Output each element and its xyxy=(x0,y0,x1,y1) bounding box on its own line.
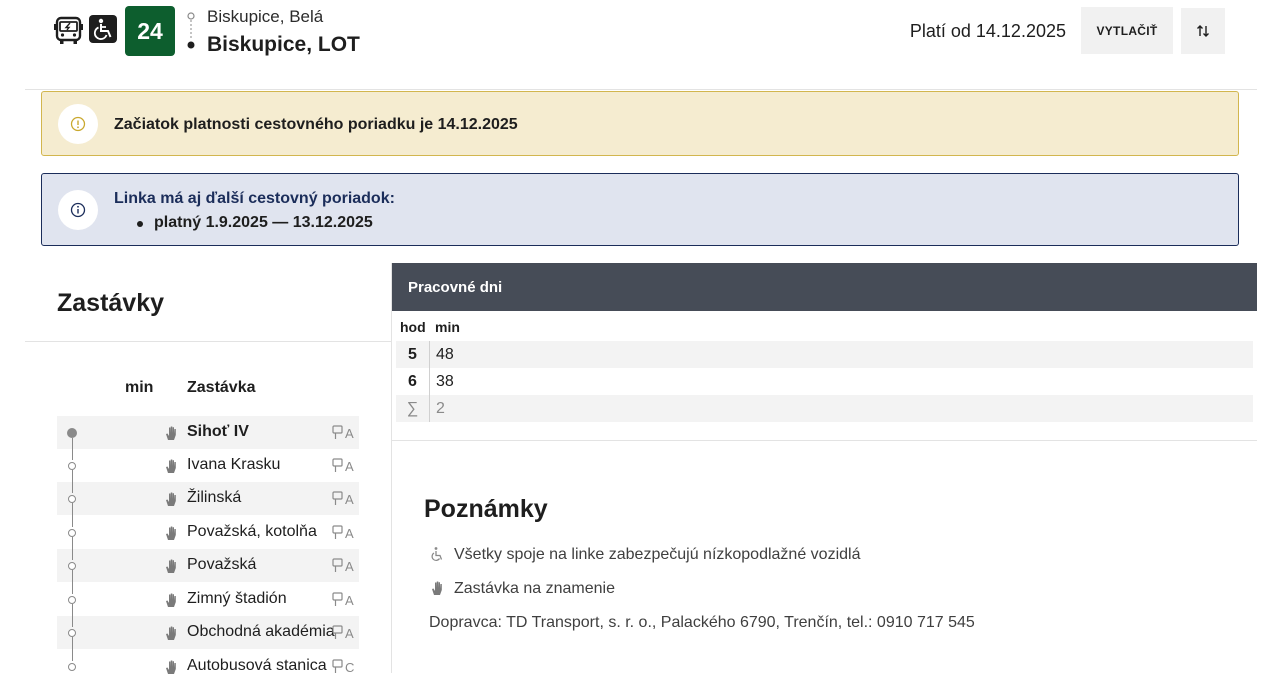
stop-name: Považská, kotolňa xyxy=(187,523,317,540)
platform-letter: A xyxy=(345,492,354,507)
stop-marker xyxy=(67,428,77,438)
platform-letter: A xyxy=(345,559,354,574)
timetable-hour: 5 xyxy=(396,341,430,368)
route-from-stop: Biskupice, Belá xyxy=(207,7,324,26)
other-timetable-info-alert: Linka má aj ďalší cestovný poriadok: pla… xyxy=(41,173,1239,246)
stop-row[interactable]: Považská, kotolňa A xyxy=(57,516,359,549)
wheelchair-icon xyxy=(431,547,443,561)
platform-sign-icon xyxy=(332,625,343,639)
platform-sign-icon xyxy=(332,558,343,572)
platform-letter: A xyxy=(345,626,354,641)
platform-sign-icon xyxy=(332,592,343,606)
platform-letter: A xyxy=(345,526,354,541)
stop-row[interactable]: Autobusová stanica C xyxy=(57,650,359,683)
platform-letter: A xyxy=(345,593,354,608)
timetable-row: 6 38 xyxy=(396,368,1253,395)
route-connector xyxy=(72,604,74,627)
stop-marker xyxy=(68,596,76,604)
stop-row[interactable]: Považská A xyxy=(57,549,359,582)
timetable-row: 5 48 xyxy=(396,341,1253,368)
bus-icon xyxy=(54,16,83,44)
swap-direction-button[interactable] xyxy=(1181,8,1225,54)
stop-name: Žilinská xyxy=(187,489,242,506)
wheelchair-icon xyxy=(89,15,117,43)
header: 24 Biskupice, Belá Biskupice, LOT Platí … xyxy=(0,0,1267,90)
stop-row[interactable]: Ivana Krasku A xyxy=(57,449,359,482)
request-stop-hand-icon xyxy=(166,459,176,473)
note-low-floor-text: Všetky spoje na linke zabezpečujú nízkop… xyxy=(454,546,861,563)
stops-title: Zastávky xyxy=(57,289,165,317)
notes-title: Poznámky xyxy=(424,495,548,523)
stop-marker xyxy=(68,529,76,537)
note-request-stop-text: Zastávka na znamenie xyxy=(454,580,615,597)
warning-text: Začiatok platnosti cestovného poriadku j… xyxy=(114,116,518,133)
note-low-floor: Všetky spoje na linke zabezpečujú nízkop… xyxy=(429,546,860,564)
request-stop-hand-icon xyxy=(166,626,176,640)
header-divider xyxy=(25,89,1257,90)
stop-name: Považská xyxy=(187,556,257,573)
route-direction-icon xyxy=(187,12,195,49)
platform-sign-icon xyxy=(332,425,343,439)
route-connector xyxy=(72,470,74,493)
validity-warning-alert: Začiatok platnosti cestovného poriadku j… xyxy=(41,91,1239,156)
stop-marker xyxy=(68,495,76,503)
stops-divider xyxy=(25,341,391,342)
stop-marker xyxy=(68,629,76,637)
stop-row[interactable]: Žilinská A xyxy=(57,482,359,515)
panel-divider xyxy=(391,263,392,673)
platform-sign-icon xyxy=(332,659,343,673)
info-circle-icon xyxy=(58,190,98,230)
valid-from-date: Platí od 14.12.2025 xyxy=(909,21,1066,41)
carrier-info: Dopravca: TD Transport, s. r. o., Palack… xyxy=(429,614,975,631)
print-button[interactable]: VYTLAČIŤ xyxy=(1081,7,1173,54)
platform-sign-icon xyxy=(332,525,343,539)
day-type-label: Pracovné dni xyxy=(408,279,503,296)
stop-name: Autobusová stanica xyxy=(187,657,327,674)
stop-name: Obchodná akadémia xyxy=(187,623,335,640)
line-number-badge: 24 xyxy=(125,6,175,56)
swap-direction-icon xyxy=(1197,25,1209,37)
exclamation-circle-icon xyxy=(58,104,98,144)
stops-col-min: min xyxy=(125,379,154,396)
timetable-sum-symbol: ∑ xyxy=(396,395,430,422)
platform-sign-icon xyxy=(332,491,343,505)
route-connector xyxy=(72,438,74,460)
timetable-sum-row: ∑ 2 xyxy=(396,395,1253,422)
stop-row[interactable]: Sihoť IV A xyxy=(57,416,359,449)
timetable-col-min: min xyxy=(435,319,460,335)
request-stop-hand-icon xyxy=(166,426,176,440)
route-to-stop: Biskupice, LOT xyxy=(207,33,360,56)
route-connector xyxy=(72,570,74,594)
note-request-stop: Zastávka na znamenie xyxy=(429,580,615,598)
stop-row[interactable]: Zimný štadión A xyxy=(57,583,359,616)
request-stop-hand-icon xyxy=(166,593,176,607)
timetable-hour: 6 xyxy=(396,368,430,395)
other-timetable-link[interactable]: platný 1.9.2025 — 13.12.2025 xyxy=(137,214,373,232)
stop-name: Ivana Krasku xyxy=(187,456,281,473)
platform-letter: A xyxy=(345,426,354,441)
stop-marker xyxy=(68,663,76,671)
route-connector xyxy=(72,537,74,560)
stop-row[interactable]: Obchodná akadémia A xyxy=(57,616,359,649)
request-stop-hand-icon xyxy=(432,581,442,595)
timetable-sum-count: 2 xyxy=(436,400,445,417)
stops-col-stop: Zastávka xyxy=(187,379,256,396)
timetable-divider xyxy=(392,440,1257,441)
timetable-col-hour: hod xyxy=(400,319,426,335)
timetable-minutes[interactable]: 48 xyxy=(436,341,454,368)
stop-name: Sihoť IV xyxy=(187,423,249,440)
info-title: Linka má aj ďalší cestovný poriadok: xyxy=(114,190,395,207)
platform-letter: A xyxy=(345,459,354,474)
stop-marker xyxy=(68,462,76,470)
timetable-header: Pracovné dni xyxy=(392,263,1257,311)
request-stop-hand-icon xyxy=(166,559,176,573)
stop-name: Zimný štadión xyxy=(187,590,287,607)
route-connector xyxy=(72,637,74,661)
request-stop-hand-icon xyxy=(166,526,176,540)
stop-marker xyxy=(68,562,76,570)
timetable-minutes[interactable]: 38 xyxy=(436,368,454,395)
route-connector xyxy=(72,503,74,527)
request-stop-hand-icon xyxy=(166,492,176,506)
platform-sign-icon xyxy=(332,458,343,472)
